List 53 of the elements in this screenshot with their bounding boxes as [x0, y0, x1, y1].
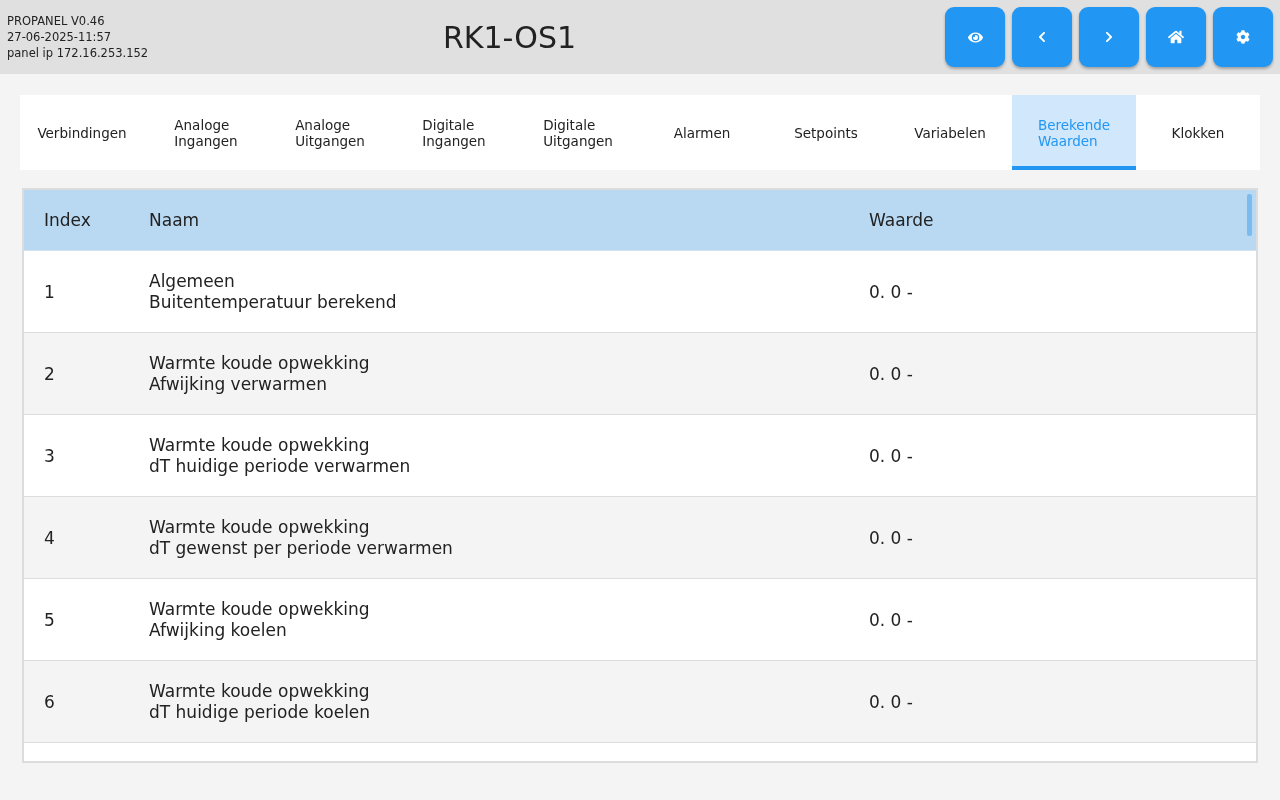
- page-title: RK1-OS1: [443, 19, 576, 55]
- column-header: Index: [44, 210, 91, 230]
- index-cell: 4: [44, 527, 55, 548]
- tab[interactable]: Verbindingen: [20, 95, 144, 170]
- category-text: Warmte koude opwekking: [149, 352, 370, 374]
- value-cell: 0. 0 -: [869, 281, 913, 302]
- name-text: dT huidige periode koelen: [149, 701, 371, 723]
- view-button[interactable]: [945, 7, 1005, 67]
- forward-button[interactable]: [1079, 7, 1139, 67]
- category-text: Warmte koude opwekking: [149, 598, 370, 620]
- value-cell: 0. 0 -: [869, 691, 913, 712]
- value-cell: 0. 0 -: [869, 609, 913, 630]
- home-icon: [1168, 29, 1184, 45]
- name-text: dT huidige periode verwarmen: [149, 455, 411, 477]
- tab[interactable]: Variabelen: [888, 95, 1012, 170]
- value-cell: 0. 0 -: [869, 363, 913, 384]
- home-button[interactable]: [1146, 7, 1206, 67]
- panel-ip: panel ip 172.16.253.152: [7, 45, 149, 61]
- index-cell: 3: [44, 445, 55, 466]
- tab[interactable]: Setpoints: [764, 95, 888, 170]
- settings-button[interactable]: [1213, 7, 1273, 67]
- index-cell: 6: [44, 691, 55, 712]
- tab[interactable]: Klokken: [1136, 95, 1260, 170]
- value-cell: 0. 0 -: [869, 445, 913, 466]
- table-row[interactable]: 6 Warmte koude opwekking dT huidige periode koelen 0. 0 -: [24, 661, 1256, 743]
- column-header: Waarde: [869, 210, 934, 230]
- column-header: Naam: [149, 210, 200, 230]
- index-cell: 1: [44, 281, 55, 302]
- name-text: Afwijking koelen: [149, 619, 287, 641]
- tab[interactable]: Alarmen: [640, 95, 764, 170]
- category-text: Warmte koude opwekking: [149, 516, 370, 538]
- index-cell: 2: [44, 363, 55, 384]
- date-time: 27-06-2025-11:57: [7, 29, 112, 45]
- scrollbar-thumb[interactable]: [1247, 194, 1252, 236]
- settings-icon: [1236, 30, 1250, 44]
- category-text: Warmte koude opwekking: [149, 680, 370, 702]
- app-version: PROPANEL V0.46: [7, 13, 105, 29]
- index-cell: 5: [44, 609, 55, 630]
- name-text: Buitentemperatuur berekend: [149, 291, 397, 313]
- table-row[interactable]: 4 Warmte koude opwekking dT gewenst per periode verwarmen 0. 0 -: [24, 497, 1256, 579]
- back-button[interactable]: [1012, 7, 1072, 67]
- category-text: Algemeen: [149, 270, 235, 292]
- tab[interactable]: Digitale Ingangen: [392, 95, 516, 170]
- tab[interactable]: Digitale Uitgangen: [516, 95, 640, 170]
- name-text: Afwijking verwarmen: [149, 373, 327, 395]
- name-text: dT gewenst per periode verwarmen: [149, 537, 453, 559]
- chevron-right-icon: [1103, 31, 1115, 43]
- tab[interactable]: Analoge Uitgangen: [268, 95, 392, 170]
- table-row[interactable]: 2 Warmte koude opwekking Afwijking verwarmen 0. 0 -: [24, 333, 1256, 415]
- tab[interactable]: Analoge Ingangen: [144, 95, 268, 170]
- category-text: Warmte koude opwekking: [149, 434, 370, 456]
- chevron-left-icon: [1036, 31, 1048, 43]
- value-cell: 0. 0 -: [869, 527, 913, 548]
